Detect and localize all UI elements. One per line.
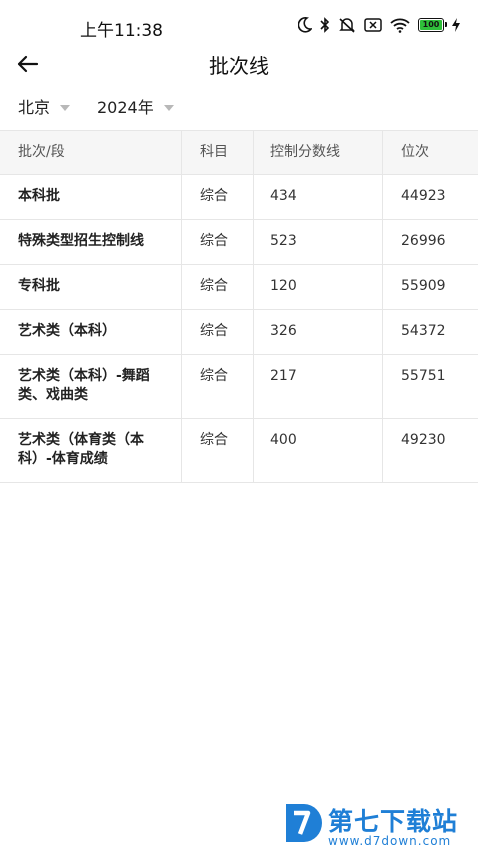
caret-down-icon bbox=[163, 104, 174, 111]
rank-cell: 55909 bbox=[401, 278, 446, 294]
subject-cell: 综合 bbox=[182, 355, 254, 418]
table-row: 专科批 综合 120 55909 bbox=[0, 265, 478, 310]
status-icons: 100 bbox=[298, 17, 460, 33]
column-header-batch: 批次/段 bbox=[0, 131, 182, 174]
battery-icon: 100 bbox=[418, 18, 447, 32]
score-cell: 120 bbox=[254, 265, 383, 309]
rank-cell: 54372 bbox=[401, 323, 446, 339]
no-sim-icon bbox=[364, 18, 382, 32]
watermark-name: 第七下载站 bbox=[328, 807, 459, 836]
d7down-logo-icon bbox=[286, 804, 322, 842]
batch-cell: 艺术类（本科）-舞蹈类、戏曲类 bbox=[0, 355, 182, 418]
watermark: 第七下载站 www.d7down.com bbox=[282, 800, 472, 848]
moon-icon bbox=[298, 17, 312, 33]
column-header-rank: 位次 bbox=[401, 144, 429, 160]
region-value: 北京 bbox=[18, 98, 51, 117]
rank-cell: 55751 bbox=[401, 368, 446, 384]
app-header: 批次线 bbox=[0, 44, 478, 84]
caret-down-icon bbox=[60, 104, 71, 111]
year-value: 2024年 bbox=[97, 98, 154, 117]
subject-cell: 综合 bbox=[182, 310, 254, 354]
table-row: 艺术类（本科）-舞蹈类、戏曲类 综合 217 55751 bbox=[0, 355, 478, 419]
table-row: 特殊类型招生控制线 综合 523 26996 bbox=[0, 220, 478, 265]
table-row: 本科批 综合 434 44923 bbox=[0, 175, 478, 220]
subject-cell: 综合 bbox=[182, 220, 254, 264]
batch-cell: 本科批 bbox=[0, 175, 182, 219]
rank-cell: 49230 bbox=[401, 432, 446, 448]
subject-cell: 综合 bbox=[182, 265, 254, 309]
page-title: 批次线 bbox=[209, 54, 269, 78]
status-time: 上午11:38 bbox=[80, 21, 163, 41]
mute-icon bbox=[339, 18, 355, 33]
column-header-subject: 科目 bbox=[182, 131, 254, 174]
score-cell: 523 bbox=[254, 220, 383, 264]
table-row: 艺术类（本科） 综合 326 54372 bbox=[0, 310, 478, 355]
batch-cell: 特殊类型招生控制线 bbox=[0, 220, 182, 264]
batch-cell: 艺术类（体育类（本科）-体育成绩 bbox=[0, 419, 182, 482]
table-row: 艺术类（体育类（本科）-体育成绩 综合 400 49230 bbox=[0, 419, 478, 483]
batch-cell: 艺术类（本科） bbox=[0, 310, 182, 354]
battery-level: 100 bbox=[422, 20, 440, 29]
table-header-row: 批次/段 科目 控制分数线 位次 bbox=[0, 131, 478, 175]
filter-bar: 北京 2024年 bbox=[0, 92, 478, 122]
year-dropdown[interactable]: 2024年 bbox=[97, 94, 174, 118]
score-cell: 434 bbox=[254, 175, 383, 219]
batch-cell: 专科批 bbox=[0, 265, 182, 309]
score-line-table: 批次/段 科目 控制分数线 位次 本科批 综合 434 44923 特殊类型招生… bbox=[0, 130, 478, 483]
rank-cell: 44923 bbox=[401, 188, 446, 204]
bluetooth-icon bbox=[320, 17, 330, 33]
subject-cell: 综合 bbox=[182, 419, 254, 482]
charging-icon bbox=[452, 18, 460, 32]
wifi-icon bbox=[390, 18, 410, 33]
watermark-url: www.d7down.com bbox=[328, 834, 452, 848]
column-header-score: 控制分数线 bbox=[254, 131, 383, 174]
rank-cell: 26996 bbox=[401, 233, 446, 249]
score-cell: 400 bbox=[254, 419, 383, 482]
region-dropdown[interactable]: 北京 bbox=[18, 94, 71, 118]
score-cell: 326 bbox=[254, 310, 383, 354]
subject-cell: 综合 bbox=[182, 175, 254, 219]
score-cell: 217 bbox=[254, 355, 383, 418]
